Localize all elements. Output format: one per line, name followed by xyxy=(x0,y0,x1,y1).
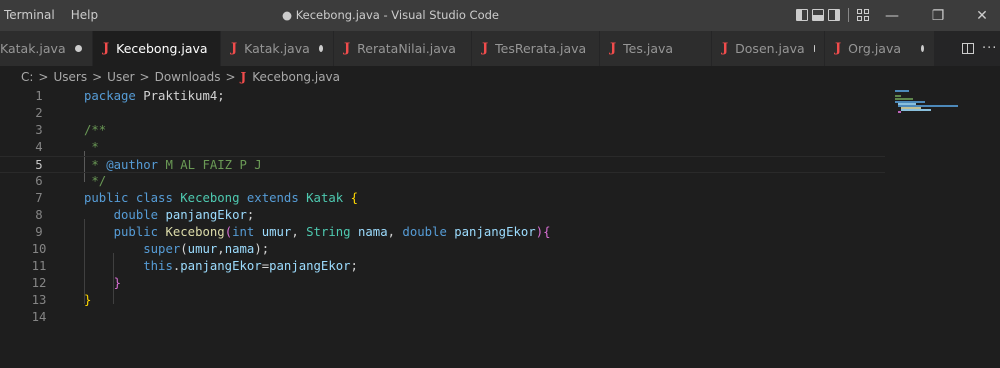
layout-controls xyxy=(796,8,869,22)
code-line: 10 super(umur,nama); xyxy=(0,241,885,258)
line-number: 14 xyxy=(31,310,47,324)
chevron-right-icon: > xyxy=(139,70,150,84)
window-title: ● Kecebong.java - Visual Studio Code xyxy=(282,8,499,22)
more-actions-icon[interactable]: ··· xyxy=(982,41,997,56)
line-number: 9 xyxy=(35,225,43,239)
restore-button[interactable]: ❐ xyxy=(920,0,956,31)
breadcrumb-downloads[interactable]: Downloads xyxy=(155,70,221,84)
line-number: 11 xyxy=(31,259,47,273)
java-file-icon: J xyxy=(610,41,617,56)
tab-label: Kecebong.java xyxy=(116,41,208,56)
breadcrumb-users[interactable]: Users xyxy=(53,70,87,84)
tab-katak-java[interactable]: J Katak.java xyxy=(221,31,334,66)
java-file-icon: J xyxy=(240,70,247,84)
unsaved-dot-icon xyxy=(921,45,924,52)
code-line: 13} xyxy=(0,292,885,309)
menu-help[interactable]: Help xyxy=(63,0,106,31)
line-number: 6 xyxy=(35,174,43,188)
minimize-button[interactable]: — xyxy=(874,0,910,31)
breadcrumb-file[interactable]: Kecebong.java xyxy=(252,70,340,84)
tab-kecebong-java[interactable]: J Kecebong.java xyxy=(93,31,221,66)
code-line: 11 this.panjangEkor=panjangEkor; xyxy=(0,258,885,275)
line-number: 5 xyxy=(35,158,43,172)
title-bar: Terminal Help ● Kecebong.java - Visual S… xyxy=(0,0,1000,31)
tab-label: Tes.java xyxy=(623,41,674,56)
unsaved-dot-icon xyxy=(74,45,82,52)
sidebar-right-icon[interactable] xyxy=(828,9,840,21)
code-line: 4 * xyxy=(0,139,885,156)
code-line: 3/** xyxy=(0,122,885,139)
java-file-icon: J xyxy=(344,41,351,56)
menu-terminal[interactable]: Terminal xyxy=(0,0,63,31)
code-line: 2 xyxy=(0,105,885,122)
tab-label: Katak.java xyxy=(0,41,66,56)
java-file-icon: J xyxy=(722,41,729,56)
tab-katak-java-partial[interactable]: Katak.java xyxy=(0,31,93,66)
customize-layout-icon[interactable] xyxy=(857,9,869,21)
chevron-right-icon: > xyxy=(225,70,236,84)
tab-actions: ··· xyxy=(956,31,1000,66)
breadcrumb-drive[interactable]: C: xyxy=(21,70,33,84)
unsaved-dot-icon xyxy=(318,45,323,52)
line-number: 10 xyxy=(31,242,47,256)
line-number: 12 xyxy=(31,276,47,290)
line-number: 2 xyxy=(35,106,43,120)
split-editor-icon[interactable] xyxy=(962,43,974,54)
code-line: 7 public class Kecebong extends Katak { xyxy=(0,190,885,207)
tab-label: RerataNilai.java xyxy=(357,41,456,56)
minimap[interactable] xyxy=(895,90,965,130)
close-button[interactable]: ✕ xyxy=(964,0,1000,31)
code-line: 8 double panjangEkor; xyxy=(0,207,885,224)
code-line: 1 package Praktikum4; xyxy=(0,88,885,105)
chevron-right-icon: > xyxy=(92,70,103,84)
chevron-right-icon: > xyxy=(38,70,49,84)
tab-rerata-nilai-java[interactable]: J RerataNilai.java xyxy=(334,31,472,66)
breadcrumb-user[interactable]: User xyxy=(107,70,134,84)
code-line-current: 5 * @author M AL FAIZ P J xyxy=(0,156,885,173)
tab-label: Katak.java xyxy=(244,41,310,56)
tab-label: TesRerata.java xyxy=(495,41,587,56)
editor-tab-bar: Katak.java J Kecebong.java J Katak.java … xyxy=(0,31,1000,66)
tab-label: Dosen.java xyxy=(735,41,805,56)
sidebar-left-icon[interactable] xyxy=(796,9,808,21)
tab-org-java[interactable]: J Org.java xyxy=(825,31,935,66)
java-file-icon: J xyxy=(835,41,842,56)
panel-bottom-icon[interactable] xyxy=(812,9,824,21)
code-editor[interactable]: 1 package Praktikum4; 2 3/** 4 * 5 * @aut… xyxy=(0,88,1000,368)
tab-tes-java[interactable]: J Tes.java xyxy=(600,31,712,66)
code-line: 14 xyxy=(0,309,885,326)
menu-bar: Terminal Help xyxy=(0,0,106,31)
java-file-icon: J xyxy=(482,41,489,56)
divider xyxy=(848,8,849,22)
java-file-icon: J xyxy=(231,41,238,56)
tab-tes-rerata-java[interactable]: J TesRerata.java xyxy=(472,31,600,66)
line-number: 1 xyxy=(35,89,43,103)
line-number: 4 xyxy=(35,140,43,154)
vscode-window: Terminal Help ● Kecebong.java - Visual S… xyxy=(0,0,1000,368)
line-number: 8 xyxy=(35,208,43,222)
java-file-icon: J xyxy=(103,41,110,56)
breadcrumb: C: > Users > User > Downloads > J Kecebo… xyxy=(0,66,1000,88)
tab-label: Org.java xyxy=(848,41,902,56)
line-number: 13 xyxy=(31,293,47,307)
tab-dosen-java[interactable]: J Dosen.java xyxy=(712,31,825,66)
line-number: 7 xyxy=(35,191,43,205)
line-number: 3 xyxy=(35,123,43,137)
code-line: 12 } xyxy=(0,275,885,292)
code-line: 6 */ xyxy=(0,173,885,190)
code-line: 9 public Kecebong(int umur, String nama,… xyxy=(0,224,885,241)
